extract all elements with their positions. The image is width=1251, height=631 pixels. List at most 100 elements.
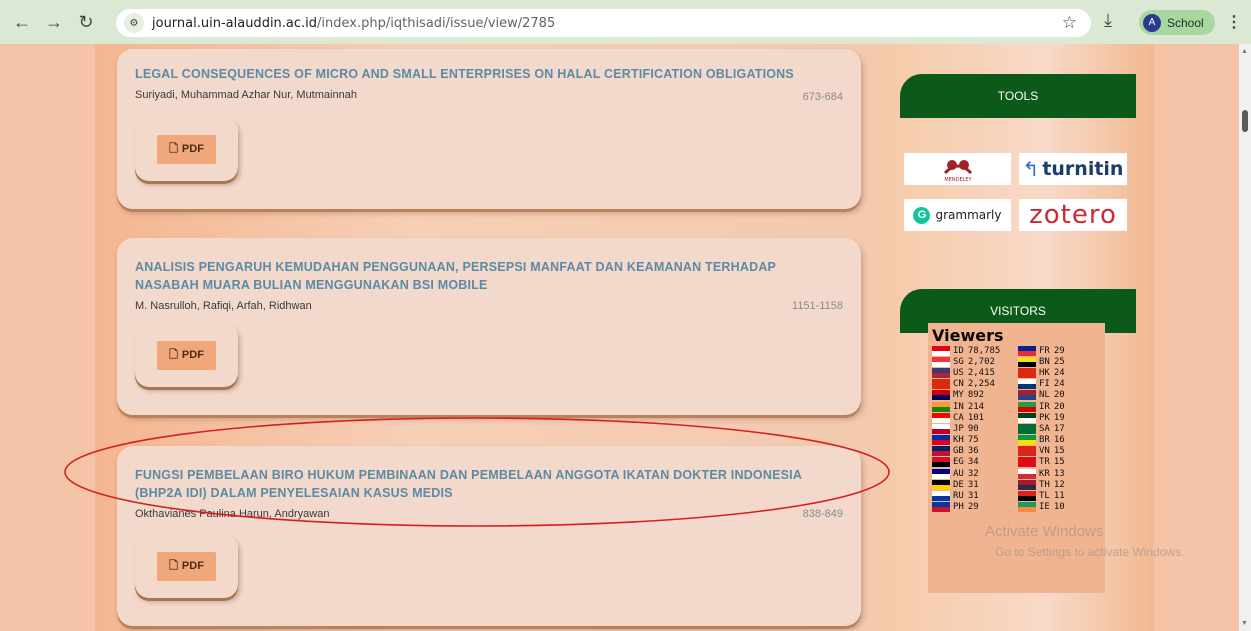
forward-arrow-icon[interactable]: → bbox=[40, 8, 68, 36]
reload-icon[interactable]: ↻ bbox=[72, 8, 100, 36]
country-flag-icon bbox=[1018, 457, 1036, 468]
mendeley-logo[interactable]: MENDELEY bbox=[904, 153, 1011, 185]
visitor-count: 19 bbox=[1053, 412, 1065, 423]
visitor-count: 25 bbox=[1053, 356, 1065, 367]
flag-counter-row: RU 31 bbox=[932, 490, 1018, 502]
country-flag-icon bbox=[1018, 446, 1036, 457]
flag-counter-row: MY 892 bbox=[932, 390, 1018, 401]
article-title-link[interactable]: LEGAL CONSEQUENCES OF MICRO AND SMALL EN… bbox=[135, 65, 843, 83]
country-code: BN bbox=[1039, 356, 1050, 367]
article-pages: 838-849 bbox=[802, 508, 843, 520]
country-flag-icon bbox=[932, 390, 950, 401]
country-flag-icon bbox=[932, 356, 950, 367]
kebab-menu-icon[interactable]: ⋮ bbox=[1226, 12, 1242, 32]
flag-counter-row: SA 17 bbox=[1018, 423, 1104, 434]
country-code: MY bbox=[953, 390, 964, 401]
country-code: IE bbox=[1039, 502, 1050, 513]
address-bar[interactable]: ⚙ journal.uin-alauddin.ac.id/index.php/i… bbox=[116, 9, 1091, 37]
flag-counter-row: BN 25 bbox=[1018, 356, 1104, 367]
country-code: VN bbox=[1039, 446, 1050, 457]
country-flag-icon bbox=[1018, 435, 1036, 446]
flag-counter-row: TR 15 bbox=[1018, 457, 1104, 468]
pdf-button-wrap: 🗋 PDF bbox=[135, 323, 238, 387]
country-code: TR bbox=[1039, 457, 1050, 468]
flag-counter-row: NL 20 bbox=[1018, 390, 1104, 401]
download-icon[interactable]: ⤓ bbox=[1104, 10, 1112, 31]
country-flag-icon bbox=[932, 446, 950, 457]
scroll-down-icon[interactable]: ▼ bbox=[1241, 620, 1248, 627]
flag-counter-row: PH 29 bbox=[932, 502, 1018, 513]
pdf-button[interactable]: 🗋 PDF bbox=[157, 551, 216, 581]
scroll-up-icon[interactable]: ▲ bbox=[1241, 48, 1248, 55]
country-flag-icon bbox=[932, 423, 950, 434]
country-flag-icon bbox=[932, 457, 950, 468]
article-pages: 1151-1158 bbox=[792, 300, 843, 312]
flag-counter-row: AU 32 bbox=[932, 468, 1018, 479]
country-flag-icon bbox=[932, 502, 950, 513]
visitor-count: 15 bbox=[1053, 446, 1065, 457]
visitor-count: 20 bbox=[1053, 390, 1065, 401]
flag-counter-row: DE 31 bbox=[932, 479, 1018, 490]
country-flag-icon bbox=[1018, 390, 1036, 401]
activation-watermark-subtext: Go to Settings to activate Windows. bbox=[995, 545, 1185, 559]
back-arrow-icon[interactable]: ← bbox=[8, 8, 36, 36]
country-code: RU bbox=[953, 491, 964, 502]
visitor-count: 31 bbox=[967, 479, 979, 490]
profile-label: School bbox=[1167, 15, 1204, 30]
country-flag-icon bbox=[932, 435, 950, 446]
country-flag-icon bbox=[1018, 345, 1036, 356]
grammarly-logo[interactable]: G grammarly bbox=[904, 199, 1011, 231]
profile-button[interactable]: A School bbox=[1139, 10, 1215, 35]
country-code: TH bbox=[1039, 479, 1050, 490]
file-icon: 🗋 bbox=[169, 142, 178, 155]
country-flag-icon bbox=[932, 379, 950, 390]
visitor-count: 31 bbox=[967, 491, 979, 502]
visitor-count: 2,254 bbox=[967, 379, 995, 390]
country-code: FI bbox=[1039, 379, 1050, 390]
visitor-count: 2,415 bbox=[967, 367, 995, 378]
bookmark-star-icon[interactable]: ☆ bbox=[1062, 13, 1077, 33]
article-title-link[interactable]: ANALISIS PENGARUH KEMUDAHAN PENGGUNAAN, … bbox=[135, 258, 843, 294]
country-flag-icon bbox=[932, 401, 950, 412]
avatar: A bbox=[1143, 13, 1161, 32]
country-flag-icon bbox=[932, 479, 950, 490]
country-code: SA bbox=[1039, 423, 1050, 434]
flag-counter-row: KH 75 bbox=[932, 435, 1018, 446]
flag-counter-row: IN 214 bbox=[932, 401, 1018, 412]
flag-counter-row: US 2,415 bbox=[932, 367, 1018, 378]
country-flag-icon bbox=[932, 367, 950, 378]
turnitin-logo[interactable]: ↰ turnitin bbox=[1019, 153, 1127, 185]
country-flag-icon bbox=[1018, 367, 1036, 378]
visitor-count: 24 bbox=[1053, 379, 1065, 390]
url-text: journal.uin-alauddin.ac.id/index.php/iqt… bbox=[152, 15, 556, 31]
visitor-count: 15 bbox=[1053, 457, 1065, 468]
country-code: FR bbox=[1039, 345, 1050, 356]
country-code: AU bbox=[953, 468, 964, 479]
flag-counter-row: SG 2,702 bbox=[932, 356, 1018, 367]
pdf-button[interactable]: 🗋 PDF bbox=[157, 134, 216, 164]
site-settings-icon[interactable]: ⚙ bbox=[124, 13, 144, 33]
article-card: ANALISIS PENGARUH KEMUDAHAN PENGGUNAAN, … bbox=[117, 238, 861, 415]
flag-counter-row: CN 2,254 bbox=[932, 379, 1018, 390]
article-title-link[interactable]: FUNGSI PEMBELAAN BIRO HUKUM PEMBINAAN DA… bbox=[135, 466, 843, 502]
country-flag-icon bbox=[1018, 491, 1036, 502]
country-code: PH bbox=[953, 502, 964, 513]
country-flag-icon bbox=[932, 468, 950, 479]
flag-grid: ID 78,785 FR 29 SG 2,702 BN 25 US 2,415 HK 24 CN 2,25… bbox=[932, 345, 1101, 513]
country-code: JP bbox=[953, 423, 964, 434]
mendeley-icon: MENDELEY bbox=[943, 160, 972, 183]
pdf-button[interactable]: 🗋 PDF bbox=[157, 340, 216, 370]
flag-counter-row: JP 90 bbox=[932, 423, 1018, 434]
scrollbar-thumb[interactable] bbox=[1242, 110, 1248, 132]
article-authors: M. Nasrulloh, Rafiqi, Arfah, Ridhwan bbox=[135, 300, 312, 312]
visitor-count: 214 bbox=[967, 401, 985, 412]
vertical-scrollbar[interactable]: ▲ ▼ bbox=[1239, 44, 1251, 631]
country-flag-icon bbox=[1018, 468, 1036, 479]
pdf-button-wrap: 🗋 PDF bbox=[135, 117, 238, 181]
flag-counter-row: HK 24 bbox=[1018, 367, 1104, 378]
visitor-count: 20 bbox=[1053, 401, 1065, 412]
zotero-logo[interactable]: zotero bbox=[1019, 199, 1127, 231]
article-pages: 673-684 bbox=[802, 91, 843, 103]
country-code: GB bbox=[953, 446, 964, 457]
visitor-count: 892 bbox=[967, 390, 985, 401]
